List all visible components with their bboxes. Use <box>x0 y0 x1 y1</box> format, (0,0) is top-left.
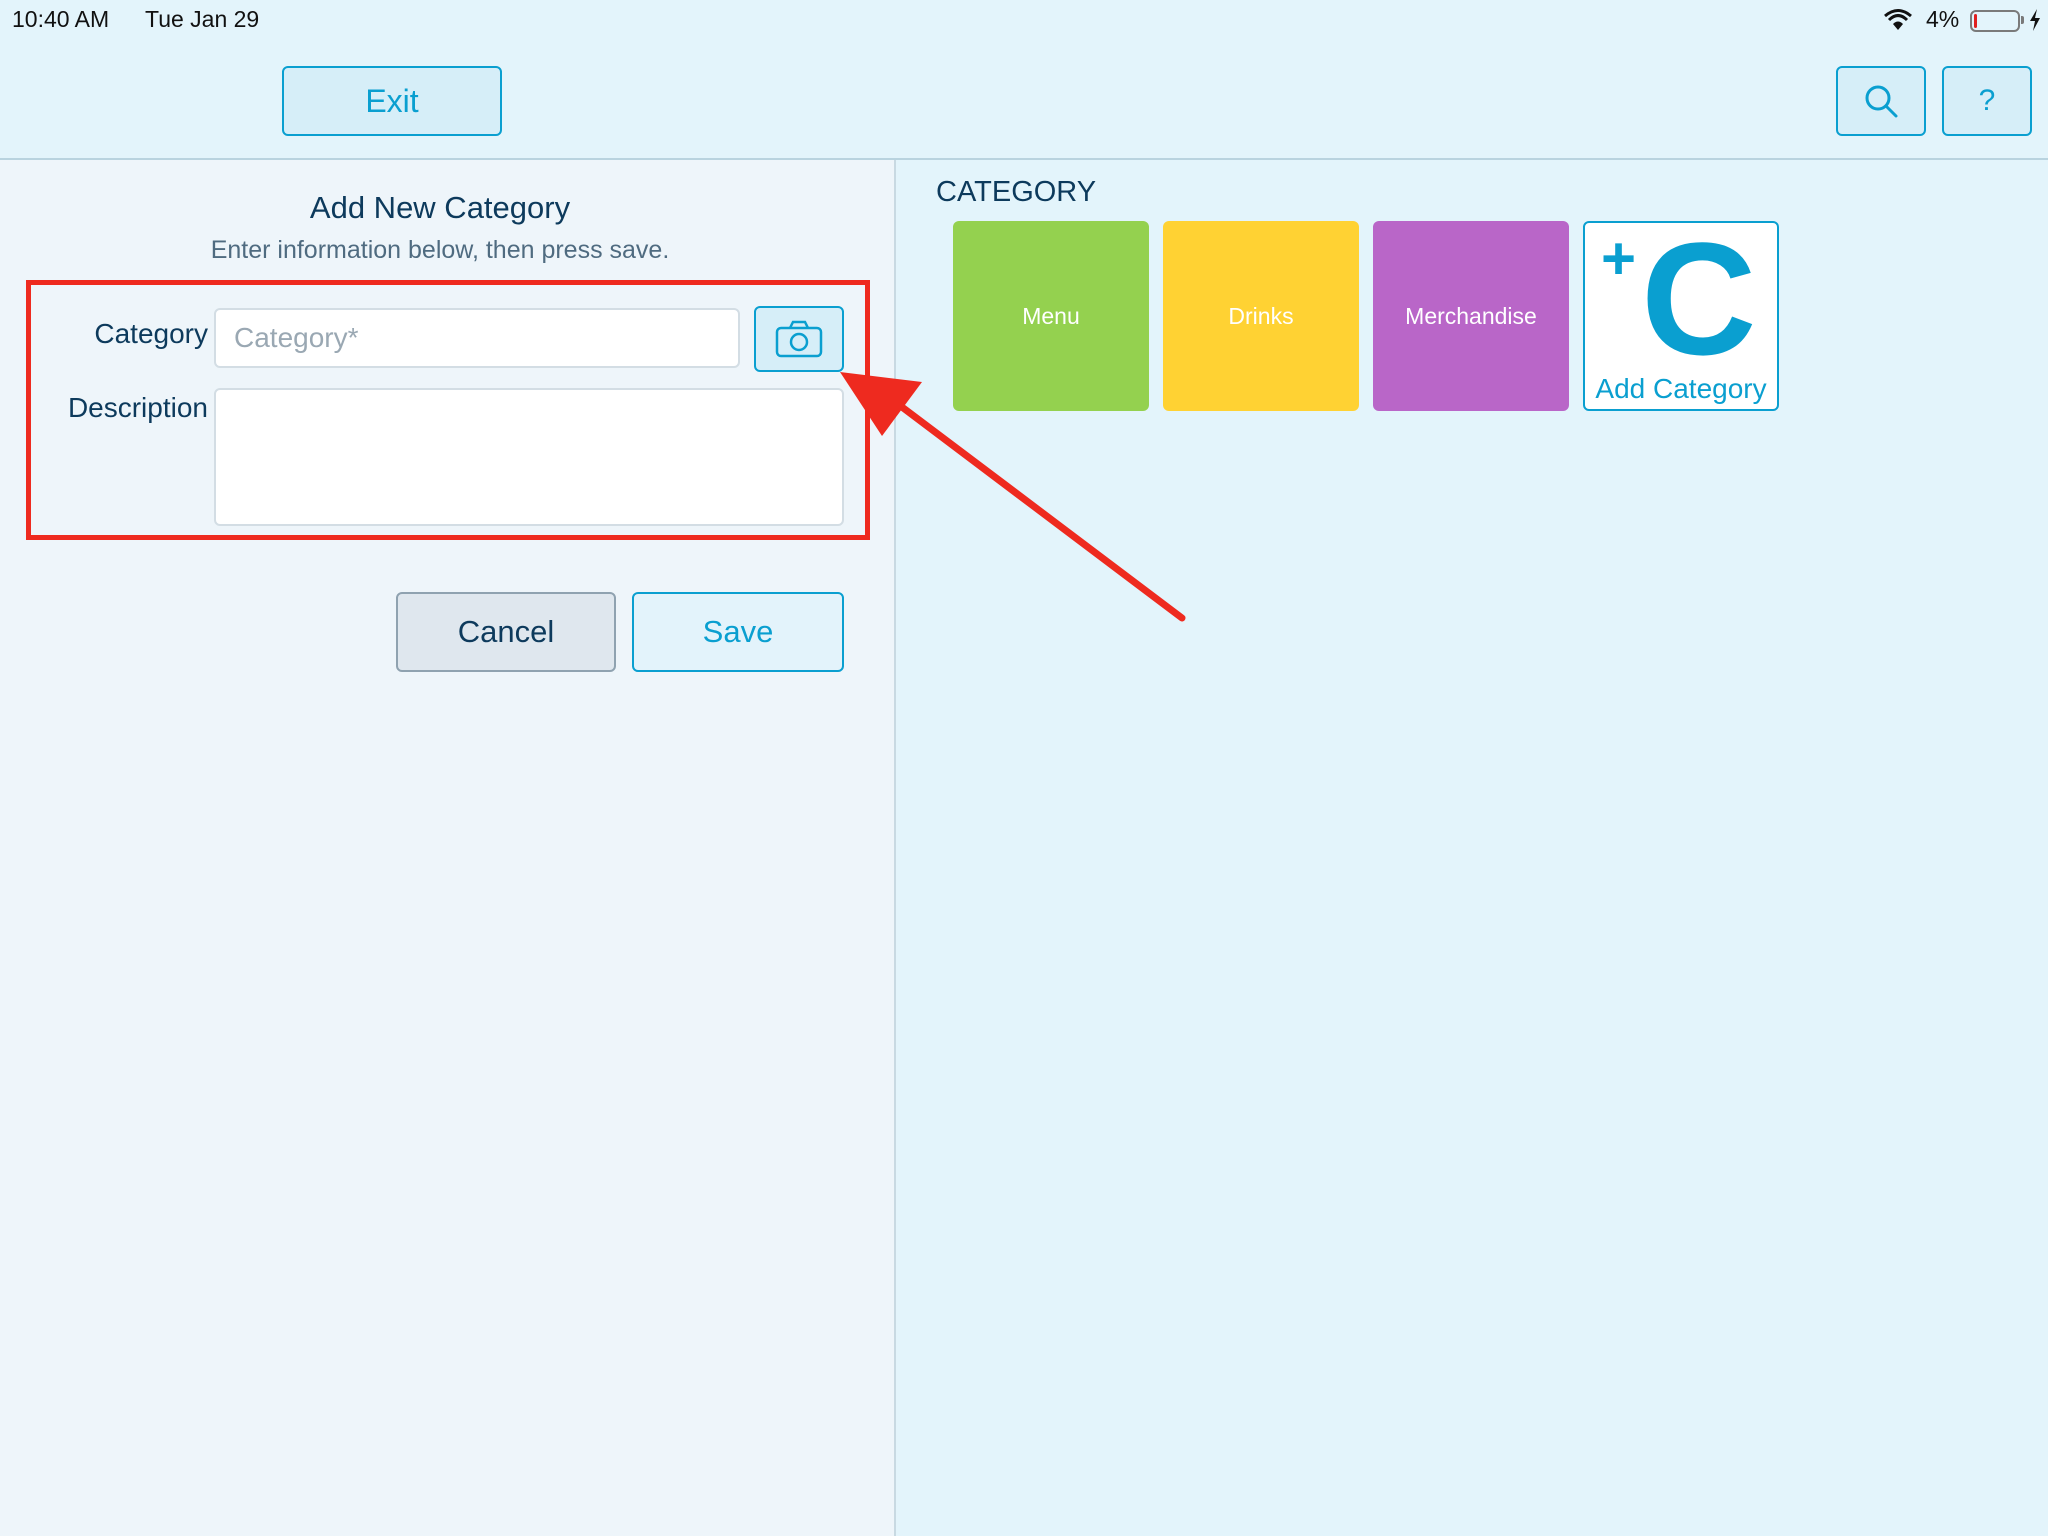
category-input[interactable] <box>214 308 740 368</box>
category-label: Category <box>94 318 208 349</box>
description-label: Description <box>67 392 208 423</box>
search-icon <box>1865 85 1898 118</box>
search-button[interactable] <box>1836 66 1926 136</box>
add-category-label: Add Category <box>1595 373 1767 404</box>
save-button[interactable]: Save <box>632 592 844 672</box>
battery-tip <box>2021 16 2024 24</box>
category-tile-drinks[interactable]: Drinks <box>1163 221 1359 411</box>
form-title: Add New Category <box>309 190 571 225</box>
status-date: Tue Jan 29 <box>145 6 260 32</box>
category-tile-merchandise[interactable]: Merchandise <box>1373 221 1569 411</box>
camera-button[interactable] <box>754 306 844 372</box>
category-panel: CATEGORY Menu Drinks Merchandise + C Add… <box>896 160 2048 1536</box>
exit-button[interactable]: Exit <box>282 66 502 136</box>
category-section-title: CATEGORY <box>936 176 1097 208</box>
top-toolbar: Exit ? <box>0 40 2048 160</box>
category-tile-menu[interactable]: Menu <box>953 221 1149 411</box>
camera-icon <box>775 320 823 358</box>
add-category-tile[interactable]: + C Add Category <box>1583 209 1779 411</box>
description-input[interactable] <box>214 388 844 526</box>
battery-percent: 4% <box>1926 6 1960 32</box>
status-time: 10:40 AM <box>12 6 110 32</box>
category-letter-icon: C <box>1641 209 1757 388</box>
add-category-form: Add New Category Enter information below… <box>0 160 896 1536</box>
plus-icon: + <box>1601 225 1637 292</box>
form-subtitle: Enter information below, then press save… <box>210 236 670 264</box>
charging-icon <box>2030 9 2040 31</box>
help-button[interactable]: ? <box>1942 66 2032 136</box>
battery-icon <box>1970 10 2020 32</box>
status-bar: 10:40 AM Tue Jan 29 4% <box>0 0 2048 40</box>
wifi-icon <box>1884 9 1912 30</box>
cancel-button[interactable]: Cancel <box>396 592 616 672</box>
